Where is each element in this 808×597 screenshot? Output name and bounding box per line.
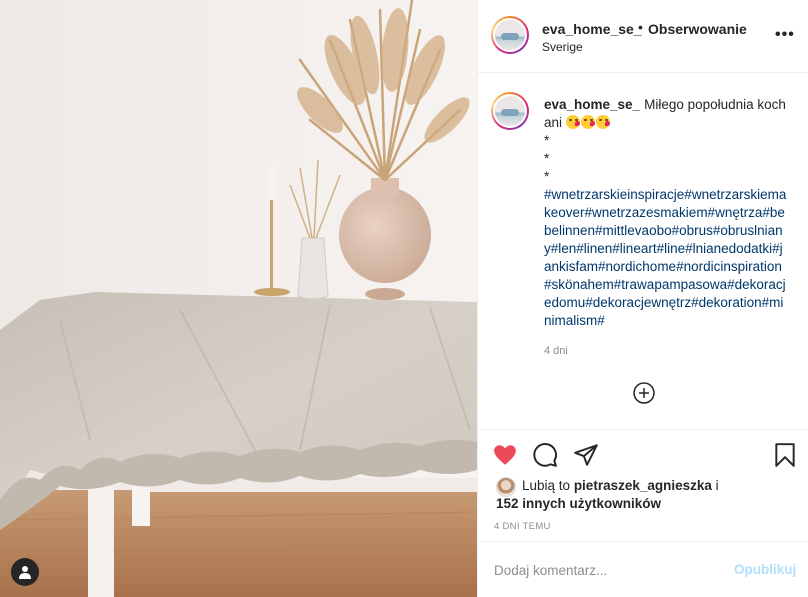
post-photo[interactable] xyxy=(0,0,477,597)
tagged-users-button[interactable] xyxy=(11,558,39,586)
caption-username[interactable]: eva_home_se_ xyxy=(544,97,640,112)
caption: eva_home_se_ Miłego popołudnia kochani * … xyxy=(544,96,789,330)
post-location[interactable]: Sverige xyxy=(542,40,583,54)
likes-summary: Lubią to pietraszek_agnieszka i xyxy=(522,478,719,493)
caption-hashtags[interactable]: #wnetrzarskieinspiracje#wnetrzarskiemake… xyxy=(544,186,789,330)
save-bookmark-icon[interactable] xyxy=(772,442,798,468)
kiss-emoji-icon xyxy=(565,115,580,129)
more-options-icon[interactable]: ••• xyxy=(775,27,795,43)
likes-prefix: Lubią to xyxy=(522,478,571,493)
caption-star: * xyxy=(544,151,550,166)
kiss-emoji-icon xyxy=(595,115,610,129)
separator-dot: • xyxy=(638,19,643,35)
share-icon[interactable] xyxy=(573,442,599,468)
first-liker-username[interactable]: pietraszek_agnieszka xyxy=(574,478,712,493)
caption-star: * xyxy=(544,133,550,148)
load-more-comments-icon[interactable] xyxy=(633,382,655,404)
publish-button[interactable]: Opublikuj xyxy=(734,562,796,577)
post-date[interactable]: 4 DNI TEMU xyxy=(494,521,551,532)
author-avatar[interactable] xyxy=(491,16,529,54)
caption-author-avatar[interactable] xyxy=(491,92,529,130)
add-comment-form: Opublikuj xyxy=(478,542,808,597)
like-heart-icon[interactable] xyxy=(492,442,518,468)
post-actions: Lubią to pietraszek_agnieszka i 152 inny… xyxy=(478,430,808,542)
following-button[interactable]: Obserwowanie xyxy=(648,21,747,37)
comments-area: eva_home_se_ Miłego popołudnia kochani * … xyxy=(478,73,808,430)
post-side-panel: eva_home_se_ • Obserwowanie Sverige ••• … xyxy=(477,0,808,597)
kiss-emoji-icon xyxy=(580,115,595,129)
comment-icon[interactable] xyxy=(532,442,558,468)
instagram-post-modal: eva_home_se_ • Obserwowanie Sverige ••• … xyxy=(0,0,808,597)
likes-conjunction: i xyxy=(715,478,719,493)
post-image xyxy=(0,0,477,597)
liker-avatar[interactable] xyxy=(496,477,516,497)
user-icon xyxy=(19,566,31,579)
author-username[interactable]: eva_home_se_ xyxy=(542,21,642,37)
caption-star: * xyxy=(544,169,550,184)
other-likers-link[interactable]: 152 innych użytkowników xyxy=(496,496,661,511)
post-header: eva_home_se_ • Obserwowanie Sverige ••• xyxy=(478,0,808,73)
comment-input[interactable] xyxy=(494,560,704,580)
caption-age: 4 dni xyxy=(544,345,568,357)
